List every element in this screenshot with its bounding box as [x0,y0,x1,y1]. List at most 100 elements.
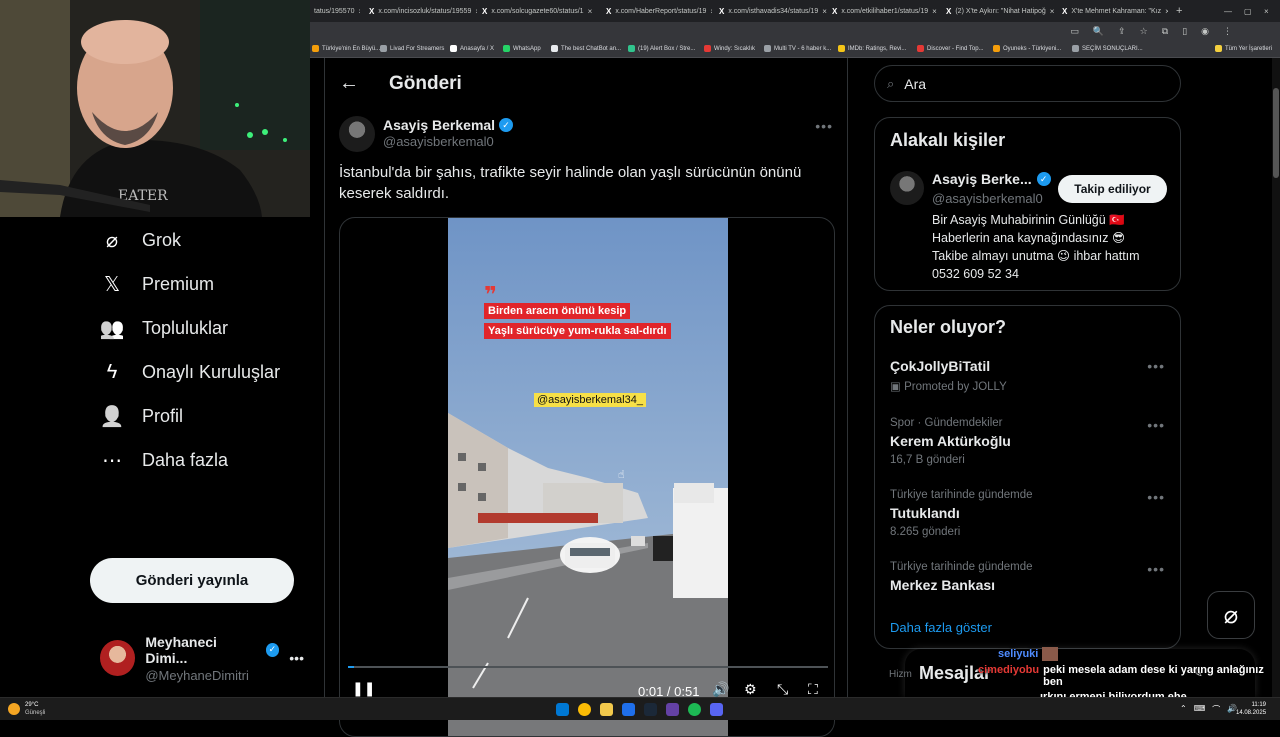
close-tab-icon[interactable]: × [932,7,937,16]
nav-item-topluluklar[interactable]: 👥 Topluluklar [100,316,229,340]
nav-item-onaylı-kuruluşlar[interactable]: ϟ Onaylı Kuruluşlar [100,360,280,384]
grok-floating-button[interactable]: ⌀ [1207,591,1255,639]
video-player[interactable]: ❞ Birden aracın önünü kesip Yaşlı sürücü… [339,217,835,737]
following-button[interactable]: Takip ediliyor [1058,175,1167,203]
spotify-icon[interactable] [688,703,701,716]
bookmark-item[interactable]: Oyuneks - Türkiyeni... [993,45,1061,52]
chrome-icon[interactable] [578,703,591,716]
page-scrollbar[interactable] [1272,58,1280,697]
trend-item[interactable]: Türkiye tarihinde gündemde Tutuklandı 8.26… [890,489,1165,538]
trend-more-icon[interactable]: ••• [1147,489,1165,505]
nav-item-daha-fazla[interactable]: ⋯ Daha fazla [100,448,228,472]
x-logo-icon: X [369,6,375,16]
steam-icon[interactable] [644,703,657,716]
related-avatar[interactable] [890,171,924,205]
browser-tab[interactable]: Xx.com/solcugazete60/status/1 × [478,2,593,20]
trends-title: Neler oluyor? [890,317,1007,337]
pip-icon[interactable]: ⤡ [777,681,788,698]
close-tab-icon[interactable]: × [358,7,360,16]
bookmark-item[interactable]: (19) Alert Box / Stre... [628,45,695,52]
nav-item-premium[interactable]: 𝕏 Premium [100,272,214,296]
browser-menu-icon[interactable]: ⋮ [1223,26,1232,37]
trend-item[interactable]: ÇokJollyBiTatil ▣ Promoted by JOLLY ••• [890,358,1165,393]
fullscreen-icon[interactable]: ⛶ [808,681,818,698]
browser-tab[interactable]: tatus/195570× [310,2,360,20]
bookmark-star-icon[interactable]: ☆ [1140,26,1148,37]
new-tab-icon[interactable]: + [1172,2,1186,20]
start-icon[interactable] [556,703,569,716]
related-handle[interactable]: @asayisberkemal0 [932,191,1043,206]
show-more-link[interactable]: Daha fazla göster [890,620,992,635]
close-tab-icon[interactable]: × [710,7,712,16]
account-more-icon[interactable]: ••• [289,650,304,666]
browser-tab[interactable]: Xx.com/etkilihaber1/status/19 × [828,2,940,20]
browser-tab[interactable]: Xx.com/incisozluk/status/19559× [365,2,477,20]
minimize-window-icon[interactable]: — [1220,2,1236,20]
author-name[interactable]: Asayiş Berkemal [383,117,495,133]
author-handle[interactable]: @asayisberkemal0 [383,134,494,149]
post-author[interactable]: Asayiş Berkemal ✓ @asayisberkemal0 [339,116,514,152]
search-input[interactable]: Ara [904,76,926,92]
post-button[interactable]: Gönderi yayınla [90,558,294,603]
bookmark-item[interactable]: The best ChatBot an... [551,45,621,52]
author-avatar[interactable] [339,116,375,152]
pause-icon[interactable]: ❚❚ [352,680,375,697]
browser-tab-label: x.com/incisozluk/status/19559 [378,7,472,15]
extensions-icon[interactable]: ⧉ [1162,26,1168,37]
keyboard-icon[interactable]: ⌨ [1194,704,1206,715]
bookmark-item[interactable]: Multi TV - 6 haber k... [764,45,831,52]
discord-icon[interactable] [710,703,723,716]
sidebar-icon[interactable]: ▯ [1182,26,1187,37]
profile-icon[interactable]: ◉ [1201,26,1209,37]
video-progress-track[interactable] [348,666,828,668]
system-tray[interactable]: ⌃ ⌨ ⌒ 🔊 [1180,704,1237,715]
back-arrow-icon[interactable]: ← [339,72,359,95]
weather-widget[interactable]: 29°C Güneşli [8,701,45,717]
bookmark-item[interactable]: WhatsApp [503,45,541,52]
nav-item-profil[interactable]: 👤 Profil [100,404,183,428]
file-explorer-icon[interactable] [600,703,613,716]
bookmark-item[interactable]: Livad For Streamers [380,45,444,52]
bookmark-item[interactable]: SEÇİM SONUÇLARI... [1072,45,1143,52]
bookmark-item[interactable]: Anasayfa / X [450,45,494,52]
clock[interactable]: 11:19 14.08.2025 [1236,701,1266,717]
related-name[interactable]: Asayiş Berke... [932,171,1032,187]
volume-icon[interactable]: 🔊 [712,681,729,698]
tray-chevron-icon[interactable]: ⌃ [1180,704,1187,715]
wifi-icon[interactable]: ⌒ [1212,704,1220,715]
cast-icon[interactable]: ▭ [1070,26,1079,37]
nav-item-grok[interactable]: ⌀ Grok [100,228,181,252]
all-bookmarks[interactable]: Tüm Yer İşaretleri [1214,45,1272,52]
share-icon[interactable]: ⇪ [1118,26,1126,37]
search-bar[interactable]: ⌕ Ara [874,65,1181,102]
browser-tab[interactable]: X (2) X'te Aykırı: "Nihat Hatipoğ × [942,2,1054,20]
trend-more-icon[interactable]: ••• [1147,358,1165,374]
bookmark-item[interactable]: Türkiye'nin En Büyü... [312,45,380,52]
account-switcher[interactable]: Meyhaneci Dimi... ✓ @MeyhaneDimitri ••• [100,634,310,683]
browser-tab[interactable]: Xx.com/isthavadis34/status/19 × [715,2,827,20]
bookmark-item[interactable]: Windy: Sıcaklık [704,45,755,52]
sun-icon [8,703,20,715]
settings-gear-icon[interactable]: ⚙ [744,681,757,698]
browser-tab[interactable]: X X'te Mehmet Kahraman: "Kız × [1058,2,1168,20]
scrollbar-thumb[interactable] [1273,88,1279,178]
bookmark-favicon-icon [503,45,510,52]
trend-item[interactable]: Türkiye tarihinde gündemde Merkez Bankası… [890,561,1165,593]
zoom-icon[interactable]: 🔍 [1093,26,1104,37]
close-tab-icon[interactable]: × [588,7,593,16]
close-tab-icon[interactable]: × [1050,7,1054,16]
trend-more-icon[interactable]: ••• [1147,417,1165,433]
post-more-icon[interactable]: ••• [815,118,833,134]
trend-more-icon[interactable]: ••• [1147,561,1165,577]
obs-icon[interactable] [666,703,679,716]
maximize-window-icon[interactable]: ▢ [1240,2,1256,20]
close-window-icon[interactable]: × [1260,2,1273,20]
close-tab-icon[interactable]: × [475,7,477,16]
close-tab-icon[interactable]: × [1165,7,1168,16]
browser-tab[interactable]: Xx.com/HaberReport/status/19× [602,2,712,20]
trend-item[interactable]: Spor · Gündemdekiler Kerem Aktürkoğlu 16,7… [890,417,1165,466]
app-icon[interactable] [622,703,635,716]
bookmark-item[interactable]: IMDb: Ratings, Revi... [838,45,906,52]
bookmark-item[interactable]: Discover - Find Top... [917,45,984,52]
close-tab-icon[interactable]: × [822,7,827,16]
